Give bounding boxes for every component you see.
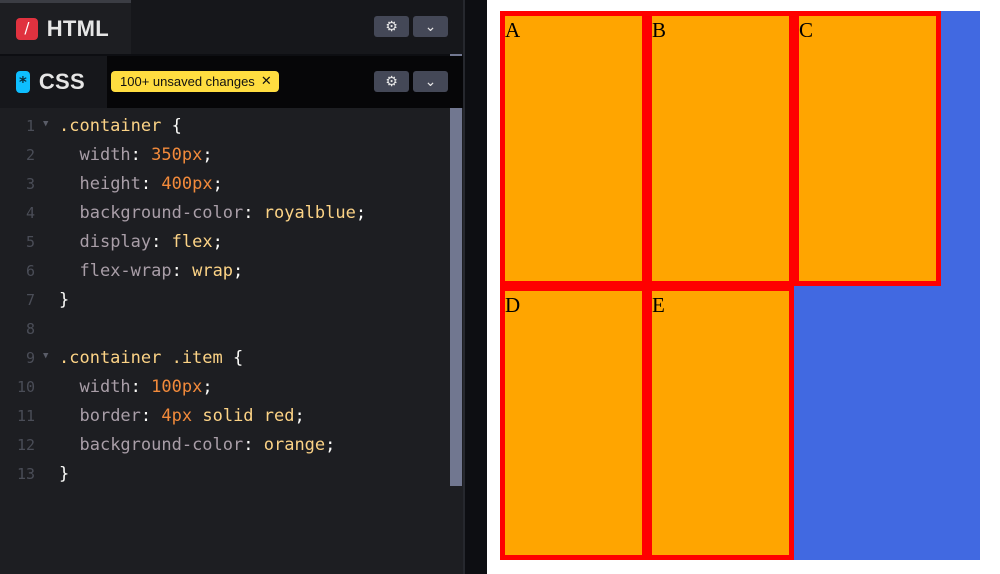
code-text: border: 4px solid red; [79, 406, 305, 426]
gear-icon: ⚙ [385, 18, 398, 35]
css-property: width [79, 145, 131, 165]
line-number: 11 [16, 407, 35, 425]
css-scroll-thumb[interactable] [450, 108, 462, 486]
css-tab-label: CSS [38, 69, 85, 94]
css-settings-button[interactable]: ⚙ [374, 71, 409, 92]
code-editor-pane: / HTML ⚙ ⌄ * CSS 100+ unsaved changes ✕ … [0, 0, 487, 574]
line-number: 1 [25, 117, 35, 135]
close-icon[interactable]: ✕ [261, 74, 272, 89]
code-text: flex-wrap: wrap; [79, 261, 244, 281]
css-keyword: royalblue [263, 203, 356, 223]
flex-item: E [647, 286, 794, 560]
code-text: width: 350px; [79, 145, 213, 165]
chevron-down-icon: ⌄ [424, 18, 437, 35]
html-logo-icon: / [16, 17, 38, 40]
css-editor-header: * CSS 100+ unsaved changes ✕ ⚙ ⌄ [0, 56, 463, 108]
code-line[interactable]: 10 width: 100px; [0, 373, 449, 402]
line-number: 13 [16, 465, 35, 483]
css-keyword: orange [263, 435, 326, 455]
line-number: 7 [25, 291, 35, 309]
code-line[interactable]: 11 border: 4px solid red; [0, 402, 449, 431]
css-code-area[interactable]: 1 ▼ .container {2 width: 350px; 3 height: 4… [0, 108, 463, 574]
html-tab-label: HTML [46, 15, 109, 41]
html-tab[interactable]: / HTML [0, 0, 131, 54]
pane-resizer[interactable] [463, 0, 465, 574]
css-value: 4px [161, 406, 193, 426]
code-line[interactable]: 12 background-color: orange; [0, 431, 449, 460]
code-text: display: flex; [79, 232, 223, 252]
css-property: height [79, 174, 141, 194]
line-number: 8 [25, 320, 35, 338]
code-text: .container .item { [59, 344, 243, 373]
flex-item: D [500, 286, 647, 560]
line-number: 9 [25, 349, 35, 367]
html-collapse-button[interactable]: ⌄ [413, 16, 448, 37]
css-tab[interactable]: * CSS [0, 56, 107, 108]
code-text: background-color: orange; [79, 435, 336, 455]
css-keyword: flex [171, 232, 213, 252]
line-number: 5 [25, 233, 35, 251]
code-brace: } [59, 464, 70, 484]
code-brace: { [161, 116, 182, 136]
flex-item: A [500, 11, 647, 286]
css-value: 400px [161, 174, 213, 194]
css-value: 350px [151, 145, 203, 165]
code-text: } [59, 286, 69, 315]
css-keyword: wrap [192, 261, 234, 281]
code-line[interactable]: 8 [0, 315, 449, 344]
code-text: .container { [59, 112, 182, 141]
fold-arrow-icon[interactable]: ▼ [43, 342, 48, 371]
code-text: } [59, 460, 69, 489]
html-settings-button[interactable]: ⚙ [374, 16, 409, 37]
code-line[interactable]: 6 flex-wrap: wrap; [0, 257, 449, 286]
flex-item: C [794, 11, 941, 286]
result-preview-pane: ABCDE [487, 0, 1000, 574]
line-number: 10 [16, 378, 35, 396]
gear-icon: ⚙ [385, 73, 398, 90]
code-text: height: 400px; [79, 174, 223, 194]
flex-item: B [647, 11, 794, 286]
code-line[interactable]: 5 display: flex; [0, 228, 449, 257]
code-line[interactable]: 2 width: 350px; [0, 141, 449, 170]
code-text: background-color: royalblue; [79, 203, 367, 223]
css-property: display [79, 232, 152, 252]
line-number: 6 [25, 262, 35, 280]
code-line[interactable]: 1 ▼ .container { [0, 112, 449, 141]
code-line[interactable]: 4 background-color: royalblue; [0, 199, 449, 228]
code-line[interactable]: 9 ▼ .container .item { [0, 344, 449, 373]
css-selector: .container [59, 116, 162, 136]
css-keyword: solid red [202, 406, 295, 426]
css-selector: .container .item [59, 348, 223, 368]
html-editor-header: / HTML ⚙ ⌄ [0, 0, 463, 54]
code-brace: } [59, 290, 70, 310]
line-number: 3 [25, 175, 35, 193]
unsaved-changes-badge[interactable]: 100+ unsaved changes ✕ [111, 71, 279, 92]
css-property: background-color [79, 203, 244, 223]
line-number: 4 [25, 204, 35, 222]
css-property: border [79, 406, 141, 426]
fold-arrow-icon[interactable]: ▼ [43, 110, 48, 139]
css-property: flex-wrap [79, 261, 172, 281]
css-value: 100px [151, 377, 203, 397]
flex-container: ABCDE [500, 11, 980, 560]
css-property: width [79, 377, 131, 397]
unsaved-changes-label: 100+ unsaved changes [120, 74, 255, 89]
chevron-down-icon: ⌄ [424, 73, 437, 90]
code-line[interactable]: 13} [0, 460, 449, 489]
css-logo-icon: * [16, 71, 30, 93]
code-line[interactable]: 7} [0, 286, 449, 315]
line-number: 2 [25, 146, 35, 164]
code-text: width: 100px; [79, 377, 213, 397]
line-number: 12 [16, 436, 35, 454]
code-brace: { [222, 348, 244, 368]
css-property: background-color [79, 435, 244, 455]
css-collapse-button[interactable]: ⌄ [413, 71, 448, 92]
code-line[interactable]: 3 height: 400px; [0, 170, 449, 199]
